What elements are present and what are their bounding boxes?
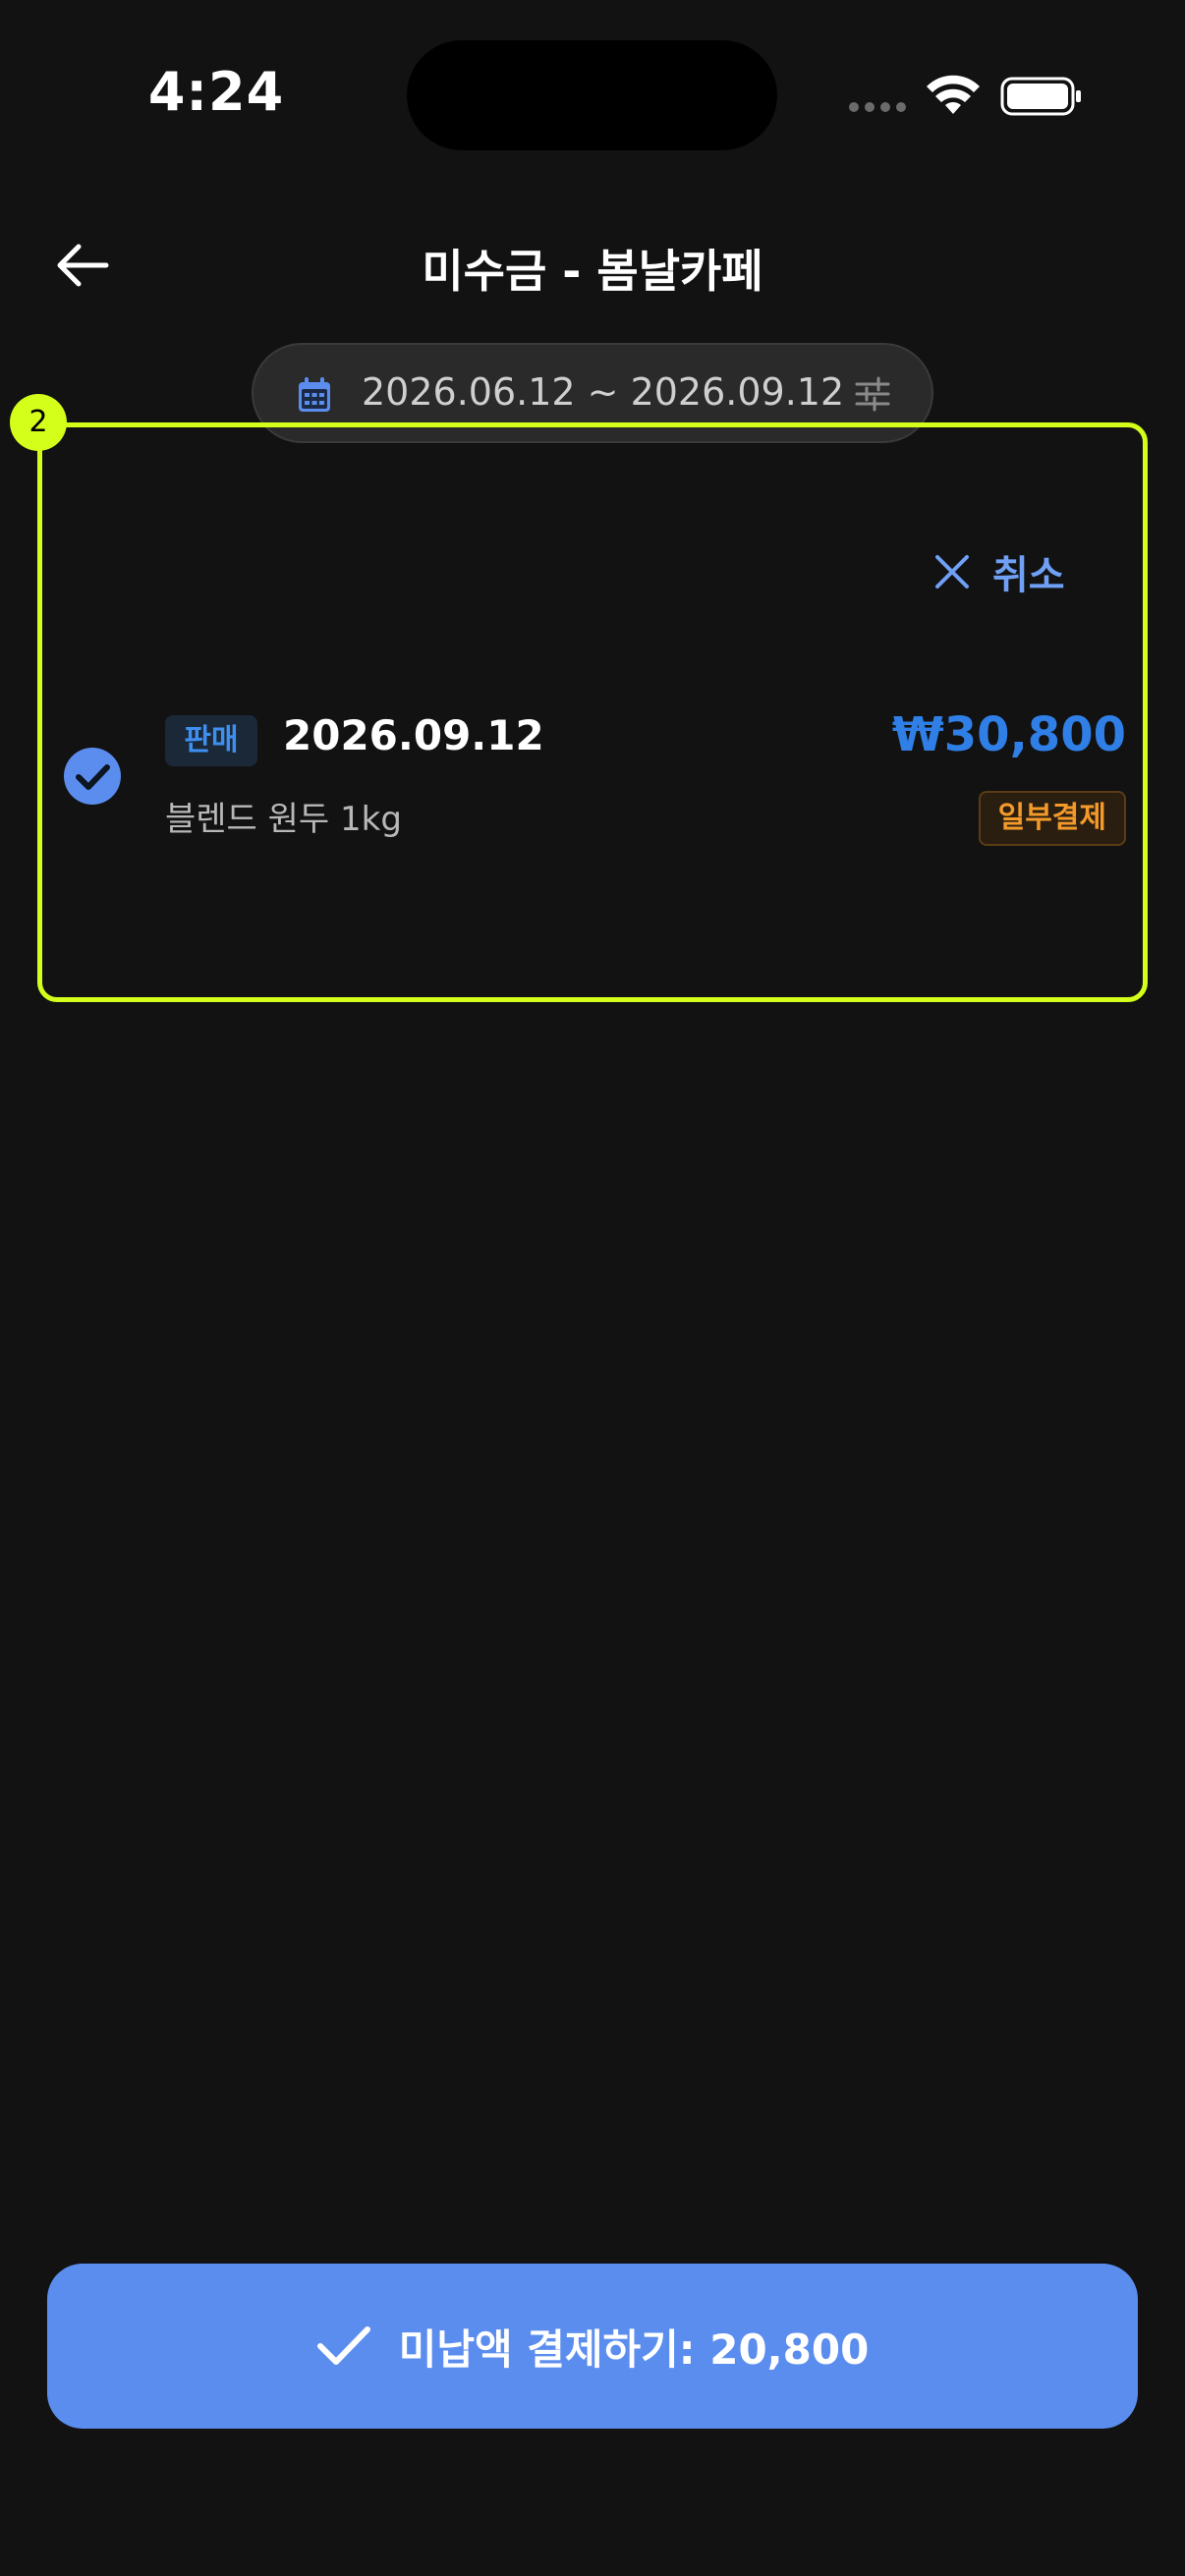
status-time: 4:24 [147, 61, 285, 123]
pay-outstanding-button[interactable]: 미납액 결제하기: 20,800 [47, 2264, 1138, 2429]
transaction-description: 블렌드 원두 1kg [165, 800, 402, 839]
wifi-icon [927, 75, 980, 114]
highlight-badge: 2 [10, 394, 67, 451]
pay-button-label: 미납액 결제하기: 20,800 [398, 2324, 870, 2374]
header: 미수금 - 봄날카페 [0, 206, 1185, 324]
battery-icon [1000, 77, 1081, 116]
check-icon [316, 2326, 370, 2365]
calendar-icon [299, 377, 330, 412]
cancel-button[interactable]: 취소 [933, 540, 1091, 603]
sliders-icon[interactable] [853, 374, 892, 414]
transaction-amount: ₩30,800 [891, 707, 1126, 762]
status-bar: 4:24 [0, 0, 1185, 196]
status-badge: 일부결제 [978, 791, 1126, 846]
check-circle-icon[interactable] [63, 747, 122, 806]
transaction-date: 2026.09.12 [283, 711, 544, 759]
date-range-text: 2026.06.12 ~ 2026.09.12 [362, 370, 845, 414]
cancel-label: 취소 [992, 553, 1065, 598]
back-button[interactable] [47, 230, 118, 301]
arrow-left-icon [57, 244, 109, 287]
type-tag: 판매 [165, 715, 257, 766]
page-title: 미수금 - 봄날카페 [422, 245, 763, 298]
cellular-signal-icon [849, 102, 910, 114]
dynamic-island [407, 40, 777, 150]
close-icon [935, 555, 969, 588]
list-item[interactable]: 판매 2026.09.12 블렌드 원두 1kg ₩30,800 일부결제 [59, 698, 1130, 846]
